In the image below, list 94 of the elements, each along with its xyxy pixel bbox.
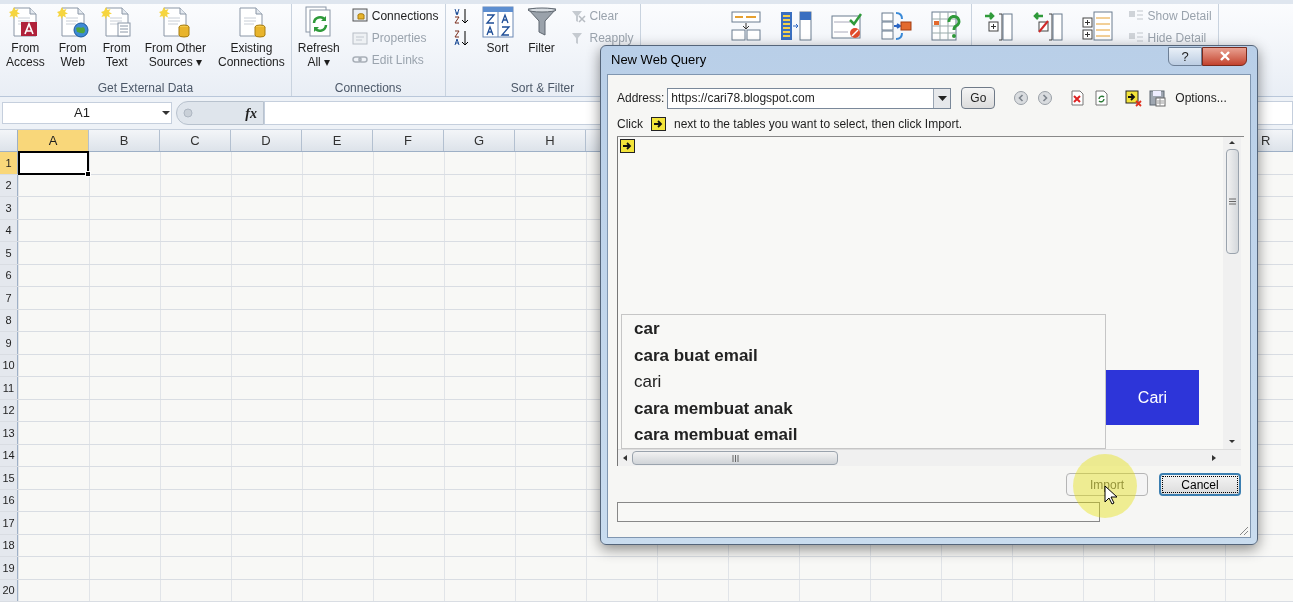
grip-icon: [1228, 198, 1236, 205]
arrow-marker-icon: [620, 139, 635, 153]
dialog-button[interactable]: Cancel: [1159, 473, 1241, 496]
remove-duplicates-icon: [779, 10, 812, 42]
text-to-columns-icon: [729, 10, 762, 42]
ribbon-button[interactable]: Existing Connections: [214, 6, 289, 69]
back-icon: [1012, 89, 1030, 107]
row-header[interactable]: 18: [0, 534, 18, 556]
go-button[interactable]: Go: [961, 87, 996, 109]
row-header[interactable]: 20: [0, 579, 18, 601]
vertical-scrollbar[interactable]: [1223, 137, 1241, 449]
ribbon-button[interactable]: From Text: [96, 6, 137, 69]
address-combobox[interactable]: https://cari78.blogspot.com: [667, 87, 952, 109]
row-header[interactable]: 7: [0, 287, 18, 309]
group-label: Get External Data: [96, 80, 195, 96]
group-label: Connections: [333, 80, 403, 96]
row-header[interactable]: 4: [0, 219, 18, 241]
active-cell[interactable]: [18, 151, 89, 175]
suggestion-item[interactable]: cara buat email: [622, 342, 1105, 369]
clear-filter-icon: [569, 8, 586, 24]
save-icon: [1148, 89, 1166, 107]
address-label: Address:: [617, 90, 665, 107]
resize-grip-icon: [1239, 526, 1249, 536]
funnel-icon: [525, 6, 558, 38]
row-header[interactable]: 15: [0, 467, 18, 489]
row-header[interactable]: 10: [0, 354, 18, 376]
column-header[interactable]: B: [89, 130, 160, 151]
options-button[interactable]: Options...: [1175, 89, 1227, 107]
arrow-marker-icon: [651, 117, 666, 131]
fill-handle[interactable]: [85, 171, 91, 177]
group-label: Sort & Filter: [509, 80, 576, 96]
stop-icon: [1068, 89, 1086, 107]
dropdown-arrow-icon: [161, 110, 171, 116]
column-header[interactable]: A: [18, 130, 89, 151]
subtotal-icon: [1080, 10, 1113, 42]
column-header[interactable]: D: [231, 130, 302, 151]
row-header[interactable]: 17: [0, 512, 18, 534]
forward-icon: [1036, 89, 1054, 107]
row-header[interactable]: 14: [0, 444, 18, 466]
row-header[interactable]: 13: [0, 422, 18, 444]
column-header[interactable]: H: [515, 130, 586, 151]
row-header[interactable]: 3: [0, 197, 18, 219]
scrollbar-thumb[interactable]: [1225, 149, 1239, 254]
dialog-title: New Web Query: [611, 51, 708, 70]
refresh-icon: [1092, 89, 1110, 107]
suggestion-item[interactable]: cara membuat anak: [622, 395, 1105, 422]
row-header[interactable]: 5: [0, 242, 18, 264]
ribbon-button[interactable]: From Other Sources ▾: [140, 6, 211, 69]
text-file-icon: [100, 6, 133, 38]
insert-function-button[interactable]: fx: [245, 102, 257, 124]
sort-descending-icon: [451, 29, 470, 47]
help-button[interactable]: ?: [1168, 46, 1202, 66]
row-header[interactable]: 2: [0, 174, 18, 196]
ribbon-button[interactable]: Sort: [477, 6, 518, 55]
sort-ascending-icon: [451, 7, 470, 25]
show-icons-icon: [1124, 89, 1142, 107]
column-header[interactable]: E: [302, 130, 373, 151]
close-button[interactable]: [1202, 46, 1247, 66]
sort-icon: [481, 6, 514, 38]
circle-icon: [183, 108, 193, 118]
horizontal-scrollbar[interactable]: [618, 449, 1241, 466]
instruction-text: Click: [617, 116, 643, 133]
database-file-icon: [159, 6, 192, 38]
column-header[interactable]: C: [160, 130, 231, 151]
column-header[interactable]: F: [373, 130, 444, 151]
search-button[interactable]: Cari: [1106, 370, 1199, 425]
row-header[interactable]: 12: [0, 399, 18, 421]
row-header[interactable]: 11: [0, 377, 18, 399]
properties-icon: [351, 30, 368, 46]
row-header[interactable]: 6: [0, 264, 18, 286]
suggestion-item[interactable]: car: [622, 316, 1105, 343]
ribbon-button[interactable]: From Access: [2, 6, 49, 69]
what-if-icon: [929, 10, 962, 42]
ribbon-button[interactable]: Filter: [521, 6, 562, 55]
ribbon-button[interactable]: Refresh All ▾: [293, 6, 344, 69]
ribbon-button[interactable]: Connections: [349, 6, 441, 26]
row-header[interactable]: 1: [0, 152, 18, 174]
row-header[interactable]: 19: [0, 557, 18, 579]
ribbon-button[interactable]: From Web: [52, 6, 93, 69]
connections-icon: [351, 8, 368, 24]
scrollbar-thumb[interactable]: [632, 451, 838, 465]
name-box[interactable]: A1: [2, 102, 172, 124]
close-icon: [1218, 51, 1231, 61]
consolidate-icon: [879, 10, 912, 42]
suggestion-item[interactable]: cari: [622, 369, 1105, 396]
column-header[interactable]: G: [444, 130, 515, 151]
row-header[interactable]: 8: [0, 309, 18, 331]
suggestion-item[interactable]: cara membuat email: [622, 422, 1105, 448]
grip-icon: [731, 454, 739, 462]
row-header[interactable]: 16: [0, 489, 18, 511]
instruction-text: next to the tables you want to select, then click Import.: [674, 116, 963, 133]
row-header[interactable]: 9: [0, 332, 18, 354]
dropdown-arrow-icon: [937, 95, 947, 101]
web-file-icon: [56, 6, 89, 38]
